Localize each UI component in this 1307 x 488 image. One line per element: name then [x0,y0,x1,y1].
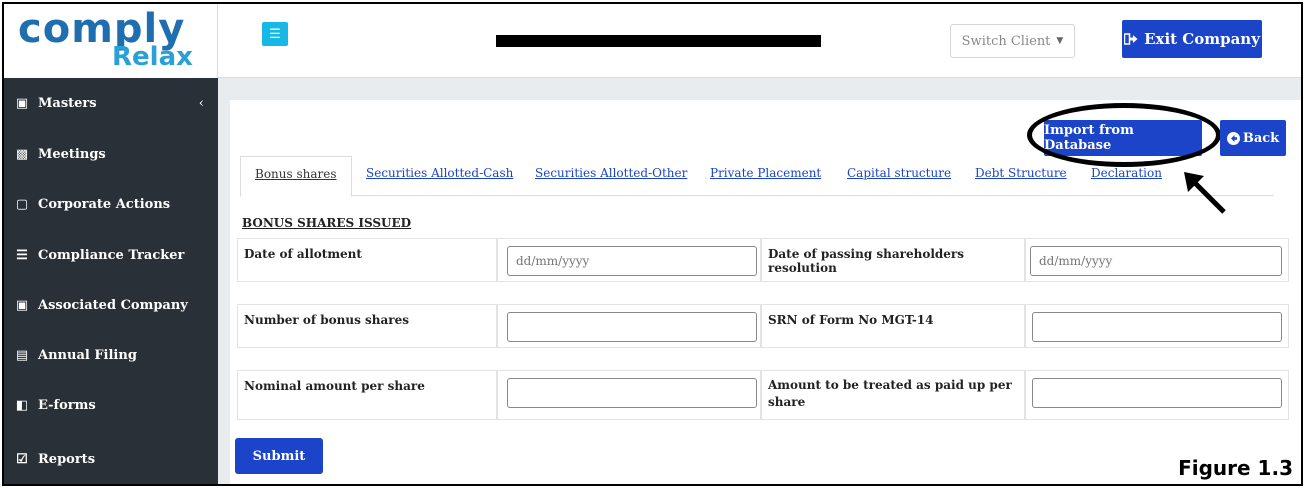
content-card: Import from Database Back Bonus shares S… [230,100,1301,484]
sidebar-item-masters[interactable]: ▣ Masters ‹ [4,78,218,128]
tab-debt-structure[interactable]: Debt Structure [975,166,1067,180]
sidebar-item-annual-filing[interactable]: ▤ Annual Filing [4,330,218,380]
logo[interactable]: comply Relax [4,4,218,78]
sidebar-item-label: Compliance Tracker [38,247,185,263]
date-resolution-input[interactable] [1030,246,1282,276]
sidebar-item-label: Meetings [38,146,106,162]
sidebar-item-corporate-actions[interactable]: ▢ Corporate Actions [4,179,218,229]
tab-bonus-shares[interactable]: Bonus shares [240,156,352,197]
number-bonus-shares-input[interactable] [507,312,757,342]
date-resolution-label: Date of passing shareholders resolution [761,238,1025,282]
external-link-icon: ◧ [15,397,29,413]
chevron-left-icon: ‹ [198,95,204,111]
company-name-redacted [496,35,821,47]
nominal-amount-input[interactable] [507,378,757,408]
sidebar-item-label: Associated Company [38,297,188,313]
hamburger-icon: ☰ [269,26,281,42]
date-of-allotment-input[interactable] [507,246,757,276]
chevron-down-icon: ▼ [1056,36,1064,46]
srn-mgt14-label: SRN of Form No MGT-14 [761,304,1025,348]
back-label: Back [1242,130,1280,146]
sidebar-item-e-forms[interactable]: ◧ E-forms [4,380,218,430]
top-bar: ☰ Switch Client ▼ Exit Company [218,4,1301,78]
list-icon: ☰ [16,247,28,263]
sign-out-icon [1124,33,1138,45]
exit-company-button[interactable]: Exit Company [1122,20,1262,58]
back-button[interactable]: Back [1220,120,1286,156]
sidebar-item-meetings[interactable]: ▩ Meetings [4,129,218,179]
screenshot-frame: comply Relax ☰ Switch Client ▼ Exit Comp… [2,2,1303,486]
number-bonus-shares-label: Number of bonus shares [237,304,497,348]
figure-caption: Figure 1.3 [1178,456,1293,480]
building-icon: ▣ [15,297,29,313]
checkbox-icon: ☑ [16,451,28,467]
sidebar-item-label: Corporate Actions [38,196,171,212]
paid-up-amount-label: Amount to be treated as paid up per shar… [761,370,1025,420]
submit-label: Submit [252,448,306,464]
sidebar-item-compliance-tracker[interactable]: ☰ Compliance Tracker [4,230,218,280]
tab-private-placement[interactable]: Private Placement [710,166,821,180]
tab-securities-allotted-other[interactable]: Securities Allotted-Other [535,166,687,180]
annotation-arrow-icon [1184,172,1226,214]
tab-capital-structure[interactable]: Capital structure [847,166,951,180]
srn-mgt14-input[interactable] [1032,312,1282,342]
building-icon: ▣ [15,95,29,111]
arrow-circle-left-icon [1226,131,1240,145]
sidebar-item-label: Annual Filing [38,347,137,363]
tab-securities-allotted-cash[interactable]: Securities Allotted-Cash [366,166,513,180]
monitor-icon: ▢ [15,196,29,212]
sidebar-item-label: E-forms [38,397,96,413]
sidebar: ▣ Masters ‹ ▩ Meetings ▢ Corporate Actio… [4,78,218,484]
section-title: BONUS SHARES ISSUED [242,216,412,230]
exit-company-label: Exit Company [1144,30,1260,48]
sidebar-item-label: Reports [38,451,96,467]
tab-bar: Bonus shares Securities Allotted-Cash Se… [240,156,1274,197]
paid-up-amount-input[interactable] [1032,378,1282,408]
submit-button[interactable]: Submit [235,438,323,474]
switch-client-label: Switch Client [961,33,1051,49]
tab-declaration[interactable]: Declaration [1091,166,1162,180]
sidebar-item-associated-company[interactable]: ▣ Associated Company [4,280,218,330]
sidebar-item-label: Masters [38,95,97,111]
nominal-amount-label: Nominal amount per share [237,370,497,420]
logo-text-relax: Relax [112,42,193,72]
briefcase-icon: ▩ [15,146,29,162]
sidebar-item-reports[interactable]: ☑ Reports [4,434,218,484]
file-icon: ▤ [15,347,29,363]
hamburger-menu-button[interactable]: ☰ [262,22,288,46]
date-of-allotment-label: Date of allotment [237,238,497,282]
switch-client-dropdown[interactable]: Switch Client ▼ [950,24,1075,58]
